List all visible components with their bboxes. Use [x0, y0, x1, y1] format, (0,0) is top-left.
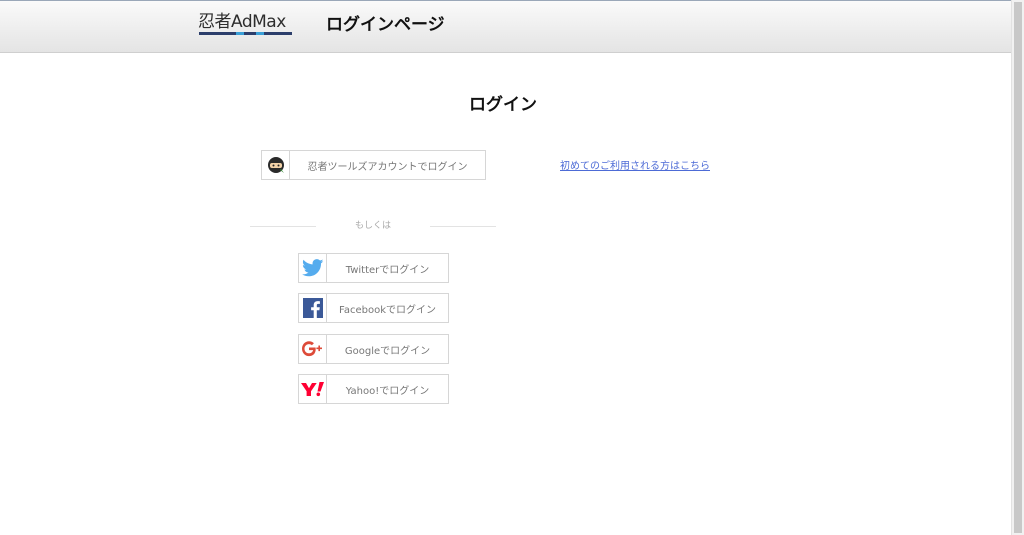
ninja-tools-login-button[interactable]: 忍者ツールズアカウントでログイン [261, 150, 486, 180]
logo-accent [256, 32, 264, 35]
vertical-scrollbar[interactable] [1011, 0, 1024, 535]
yahoo-login-label: Yahoo!でログイン [345, 385, 430, 397]
twitter-login-button[interactable]: Twitterでログイン [298, 253, 449, 283]
logo-text: 忍者AdMax [198, 12, 286, 32]
first-time-user-link[interactable]: 初めてのご利用される方はこちら [560, 157, 710, 172]
yahoo-icon [299, 375, 327, 403]
twitter-login-label: Twitterでログイン [345, 264, 430, 276]
facebook-login-label: Facebookでログイン [339, 304, 436, 316]
facebook-icon [299, 294, 327, 322]
divider-text: もしくは [354, 221, 391, 231]
logo-underline [199, 32, 292, 35]
divider-line-right [430, 226, 496, 227]
page-header: 忍者AdMax ログインページ [0, 1, 1012, 53]
ninja-login-label: 忍者ツールズアカウントでログイン [307, 161, 468, 173]
page-heading: ログイン [469, 95, 537, 115]
logo-accent [236, 32, 244, 35]
header-title: ログインページ [326, 15, 445, 35]
google-login-label: Googleでログイン [344, 345, 431, 357]
yahoo-login-button[interactable]: Yahoo!でログイン [298, 374, 449, 404]
admax-logo[interactable]: 忍者AdMax [198, 12, 294, 38]
google-plus-icon [299, 335, 327, 363]
facebook-login-button[interactable]: Facebookでログイン [298, 293, 449, 323]
ninja-icon [262, 151, 290, 179]
scrollbar-thumb[interactable] [1014, 2, 1022, 533]
google-login-button[interactable]: Googleでログイン [298, 334, 449, 364]
divider-line-left [250, 226, 316, 227]
twitter-icon [299, 254, 327, 282]
